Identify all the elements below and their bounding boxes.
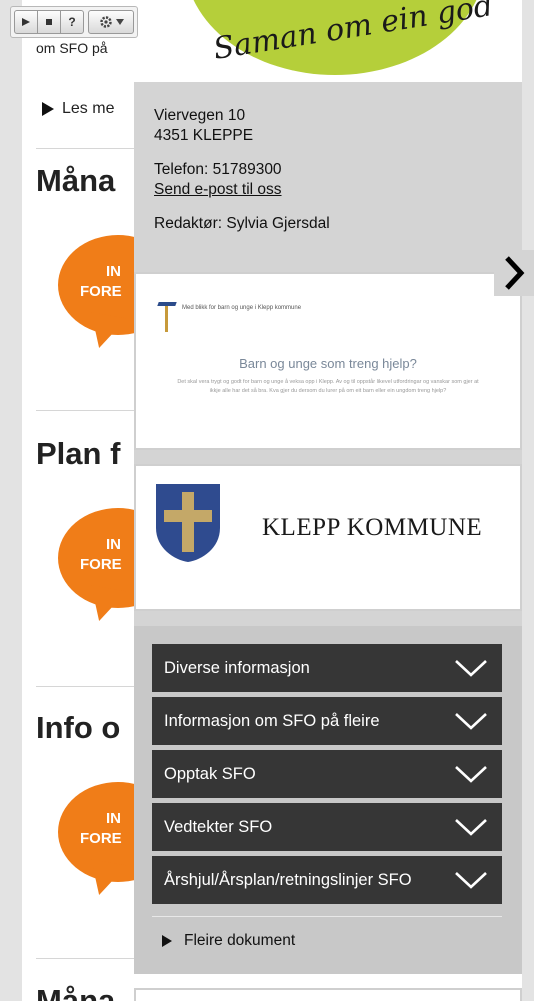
read-more-link[interactable]: Les me (42, 100, 114, 118)
intro-text: om SFO på (36, 40, 108, 56)
accordion-item[interactable]: Informasjon om SFO på fleire (152, 697, 502, 745)
chevron-down-icon (455, 819, 487, 836)
right-margin (522, 0, 534, 1001)
next-button[interactable] (494, 250, 534, 296)
promo-card[interactable]: Med blikk for barn og unge i Klepp kommu… (134, 272, 522, 450)
left-margin (0, 0, 22, 1001)
bottom-card (134, 988, 522, 1001)
chevron-down-icon (455, 872, 487, 889)
more-documents-label: Fleire dokument (184, 932, 296, 949)
section-divider (36, 958, 136, 959)
badge-text-2: FORE (80, 556, 122, 573)
documents-section: Diverse informasjon Informasjon om SFO p… (134, 626, 522, 974)
more-documents-link[interactable]: Fleire dokument (162, 932, 295, 950)
phone-number: Telefon: 51789300 (154, 161, 282, 178)
gear-icon (99, 16, 112, 28)
promo-body: Det skal vera trygt og godt for barn og … (177, 379, 479, 394)
settings-button[interactable] (88, 10, 134, 34)
promo-headline: Barn og unge som treng hjelp? (239, 356, 417, 371)
badge-text-2: FORE (80, 283, 122, 300)
editor-name: Redaktør: Sylvia Gjersdal (154, 215, 330, 232)
badge-text-2: FORE (80, 830, 122, 847)
reader-toolbar: ? (10, 6, 138, 38)
chevron-down-icon (455, 660, 487, 677)
child-care-logo (157, 302, 177, 332)
play-button[interactable] (14, 10, 38, 34)
municipality-name: KLEPP KOMMUNE (262, 514, 483, 541)
badge-tail (85, 312, 127, 352)
address-postal: 4351 KLEPPE (154, 127, 254, 144)
accordion-item[interactable]: Vedtekter SFO (152, 803, 502, 851)
accordion-label: Opptak SFO (164, 764, 256, 783)
address-street: Viervegen 10 (154, 107, 246, 124)
section-title[interactable]: Plan f (36, 436, 120, 472)
email-link[interactable]: Send e-post til oss (154, 181, 282, 198)
accordion-item[interactable]: Diverse informasjon (152, 644, 502, 692)
accordion-item[interactable]: Opptak SFO (152, 750, 502, 798)
chevron-right-icon (505, 256, 525, 290)
help-button[interactable]: ? (60, 10, 84, 34)
section-title[interactable]: Måna (36, 163, 115, 199)
section-divider (36, 686, 136, 687)
badge-text-1: IN (106, 263, 121, 280)
caret-down-icon (115, 19, 124, 25)
municipality-card[interactable]: KLEPP KOMMUNE (134, 464, 522, 611)
badge-text-1: IN (106, 536, 121, 553)
section-title[interactable]: Info o (36, 710, 120, 746)
chevron-down-icon (455, 766, 487, 783)
accordion-item[interactable]: Årshjul/Årsplan/retningslinjer SFO (152, 856, 502, 904)
contact-info: Viervegen 10 4351 KLEPPE Telefon: 517893… (154, 106, 330, 234)
stop-icon (46, 19, 52, 25)
accordion-label: Informasjon om SFO på fleire (164, 711, 380, 730)
chevron-down-icon (455, 713, 487, 730)
documents-divider (152, 916, 502, 917)
section-divider (36, 148, 136, 149)
triangle-right-icon (42, 102, 54, 116)
sidebar-panel: Viervegen 10 4351 KLEPPE Telefon: 517893… (134, 82, 522, 974)
triangle-right-icon (162, 935, 172, 947)
accordion-label: Årshjul/Årsplan/retningslinjer SFO (164, 870, 412, 889)
coat-of-arms-icon (156, 484, 220, 562)
read-more-label: Les me (62, 100, 115, 117)
accordion-label: Diverse informasjon (164, 658, 310, 677)
badge-tail (85, 859, 127, 899)
section-title[interactable]: Måna (36, 983, 115, 1001)
promo-small-header: Med blikk for barn og unge i Klepp kommu… (182, 305, 302, 311)
section-divider (36, 410, 136, 411)
badge-tail (85, 585, 127, 625)
accordion-label: Vedtekter SFO (164, 817, 273, 836)
play-icon (22, 18, 30, 26)
playback-controls: ? (14, 10, 84, 34)
badge-text-1: IN (106, 810, 121, 827)
stop-button[interactable] (37, 10, 61, 34)
